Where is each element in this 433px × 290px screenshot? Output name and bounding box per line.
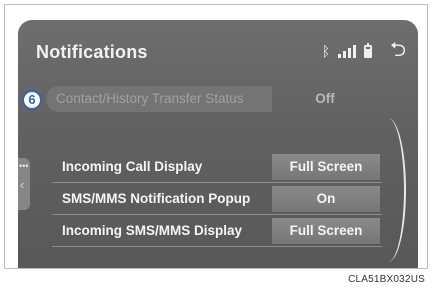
sms-mms-notification-popup-button[interactable]: SMS/MMS Notification Popup xyxy=(52,186,266,212)
bluetooth-icon: ᛒ xyxy=(321,43,330,59)
contact-history-transfer-status-value: Off xyxy=(315,91,335,106)
status-bar: ᛒ xyxy=(321,42,372,59)
scrollbar[interactable] xyxy=(370,118,406,262)
incoming-call-display-button[interactable]: Incoming Call Display xyxy=(52,154,266,180)
row-divider xyxy=(52,182,382,183)
signal-icon xyxy=(338,44,356,58)
incoming-sms-mms-display-value[interactable]: Full Screen xyxy=(272,218,380,244)
callout-number-badge: 6 xyxy=(22,90,42,110)
notifications-screen: Notifications ᛒ ⮌ 6 Contact/History Tran… xyxy=(18,20,418,268)
incoming-call-display-value[interactable]: Full Screen xyxy=(272,154,380,180)
screen-title: Notifications xyxy=(36,42,148,62)
side-menu-tab[interactable]: ••• ‹ xyxy=(18,158,30,210)
chevron-left-icon: ‹ xyxy=(20,177,25,192)
figure-caption: CLA51BX032US xyxy=(348,274,425,285)
row-divider xyxy=(52,246,382,247)
row-divider xyxy=(52,214,382,215)
battery-icon xyxy=(364,42,372,58)
more-dots-icon: ••• xyxy=(19,161,29,171)
incoming-sms-mms-display-button[interactable]: Incoming SMS/MMS Display xyxy=(52,218,266,244)
sms-mms-notification-popup-value[interactable]: On xyxy=(272,186,380,212)
back-arrow-icon[interactable]: ⮌ xyxy=(390,40,406,60)
contact-history-transfer-status-label: Contact/History Transfer Status xyxy=(46,86,272,112)
